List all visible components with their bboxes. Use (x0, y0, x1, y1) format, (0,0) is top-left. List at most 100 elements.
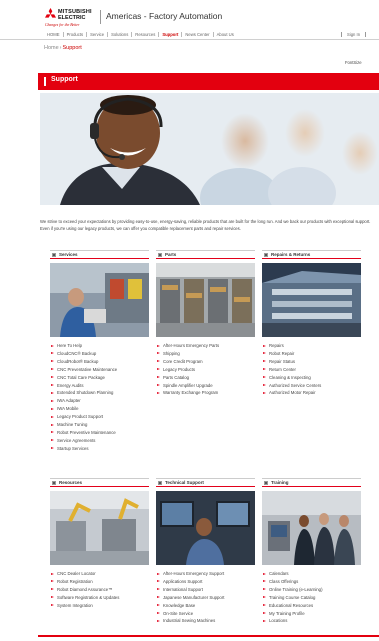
list-item[interactable]: Robot Diamond Assurance™ (50, 586, 149, 594)
section-header: Training (262, 478, 361, 487)
nav-home[interactable]: HOME (44, 31, 64, 37)
section-title[interactable]: Services (59, 252, 78, 257)
list-item[interactable]: Repairs (262, 342, 361, 350)
list-item[interactable]: Industrial Sewing Machines (156, 617, 255, 625)
list-item[interactable]: My Training Profile (262, 610, 361, 618)
list-item[interactable]: Robot Preventive Maintenance (50, 429, 149, 437)
list-item[interactable]: Repair Status (262, 358, 361, 366)
breadcrumb-home[interactable]: Home (44, 45, 59, 51)
list-item[interactable]: Authorized Service Centers (262, 382, 361, 390)
list-item[interactable]: Robot Repair (262, 350, 361, 358)
list-item[interactable]: CloudRobot® Backup (50, 358, 149, 366)
support-desk-photo (156, 491, 255, 565)
section-parts: Parts After-Hours Emergency Parts Shippi… (156, 250, 255, 397)
list-item[interactable]: CNC Preventative Maintenance (50, 366, 149, 374)
training-photo[interactable] (262, 491, 361, 565)
repair-bay-photo (262, 263, 361, 337)
list-item[interactable]: Core Credit Program (156, 358, 255, 366)
support-agents-photo (40, 93, 379, 205)
services-photo[interactable] (50, 263, 149, 337)
hero-image (40, 93, 379, 205)
nav-about-us[interactable]: About Us (214, 32, 237, 37)
list-item[interactable]: Software Registration & Updates (50, 594, 149, 602)
section-header: Services (50, 250, 149, 259)
signin-divider-2 (365, 31, 367, 37)
page-title-bar: Support (38, 73, 379, 90)
list-item[interactable]: CNC Total Care Package (50, 374, 149, 382)
nav-solutions[interactable]: Solutions (108, 31, 133, 37)
nav-support[interactable]: Support (159, 31, 183, 37)
signin-area: Sign In (336, 30, 371, 38)
nav-products[interactable]: Products (64, 31, 88, 37)
list-item[interactable]: Applications Support (156, 578, 255, 586)
square-bullet-icon (264, 252, 268, 257)
list-item[interactable]: Startup Services (50, 445, 149, 453)
breadcrumb: Home›Support (44, 45, 82, 51)
list-item[interactable]: Return Center (262, 366, 361, 374)
nav-divider (0, 39, 379, 40)
list-item[interactable]: IWA Mobile (50, 405, 149, 413)
breadcrumb-separator: › (59, 45, 62, 51)
list-item[interactable]: Calendars (262, 570, 361, 578)
list-item[interactable]: Legacy Product Support (50, 413, 149, 421)
list-item[interactable]: Machine Tuning (50, 421, 149, 429)
list-item[interactable]: Locations (262, 617, 361, 625)
page-title: Support (51, 76, 78, 83)
breadcrumb-current[interactable]: Support (63, 45, 82, 51)
parts-photo[interactable] (156, 263, 255, 337)
mitsubishi-logo[interactable]: MITSUBISHI ELECTRIC Changes for the Bett… (44, 8, 98, 32)
list-item[interactable]: Energy Audits (50, 382, 149, 390)
list-item[interactable]: Here To Help (50, 342, 149, 350)
nav-resources[interactable]: Resources (132, 31, 160, 37)
list-item[interactable]: Spindle Amplifier Upgrade (156, 382, 255, 390)
list-item[interactable]: After-Hours Emergency Support (156, 570, 255, 578)
repairs-photo[interactable] (262, 263, 361, 337)
font-size-control[interactable]: FontSize (345, 60, 362, 65)
technical-support-photo[interactable] (156, 491, 255, 565)
nav-news-center[interactable]: News Center (182, 31, 214, 37)
section-title[interactable]: Training (271, 480, 289, 485)
footer-divider (38, 635, 379, 637)
site-title: Americas - Factory Automation (106, 11, 223, 21)
list-item[interactable]: Class Offerings (262, 578, 361, 586)
list-item[interactable]: Legacy Products (156, 366, 255, 374)
square-bullet-icon (158, 480, 162, 485)
list-item[interactable]: Cleaning & Inspecting (262, 374, 361, 382)
list-item[interactable]: After-Hours Emergency Parts (156, 342, 255, 350)
section-repairs-returns: Repairs & Returns Repairs Robot Repair R… (262, 250, 361, 397)
list-item[interactable]: CloudCNC® Backup (50, 350, 149, 358)
list-item[interactable]: System Integration (50, 602, 149, 610)
list-item[interactable]: IWA Adapter (50, 397, 149, 405)
top-navigation: HOME Products Service Solutions Resource… (44, 30, 237, 38)
list-item[interactable]: CNC Dealer Locator (50, 570, 149, 578)
parts-links: After-Hours Emergency Parts Shipping Cor… (156, 342, 255, 397)
list-item[interactable]: On-Site Service (156, 610, 255, 618)
section-title[interactable]: Repairs & Returns (271, 252, 310, 257)
list-item[interactable]: Extended Shutdown Planning (50, 389, 149, 397)
list-item[interactable]: Online Training (e-Learning) (262, 586, 361, 594)
list-item[interactable]: Knowledge Base (156, 602, 255, 610)
section-title[interactable]: Resources (59, 480, 82, 485)
list-item[interactable]: Japanese Manufacturer Support (156, 594, 255, 602)
list-item[interactable]: Shipping (156, 350, 255, 358)
classroom-photo (262, 491, 361, 565)
brand-tagline: Changes for the Better (45, 23, 80, 27)
list-item[interactable]: International Support (156, 586, 255, 594)
list-item[interactable]: Service Agreements (50, 437, 149, 445)
list-item[interactable]: Robot Registration (50, 578, 149, 586)
section-header: Resources (50, 478, 149, 487)
list-item[interactable]: Training Course Catalog (262, 594, 361, 602)
section-title[interactable]: Parts (165, 252, 176, 257)
section-resources: Resources CNC Dealer Locator Robot Regis… (50, 478, 149, 610)
signin-link[interactable]: Sign In (347, 32, 360, 37)
section-header: Technical Support (156, 478, 255, 487)
list-item[interactable]: Warranty Exchange Program (156, 389, 255, 397)
list-item[interactable]: Parts Catalog (156, 374, 255, 382)
three-diamonds-icon (45, 8, 56, 18)
list-item[interactable]: Authorized Motor Repair (262, 389, 361, 397)
list-item[interactable]: Educational Resources (262, 602, 361, 610)
nav-service[interactable]: Service (87, 31, 109, 37)
resources-photo[interactable] (50, 491, 149, 565)
section-title[interactable]: Technical Support (165, 480, 204, 485)
square-bullet-icon (264, 480, 268, 485)
